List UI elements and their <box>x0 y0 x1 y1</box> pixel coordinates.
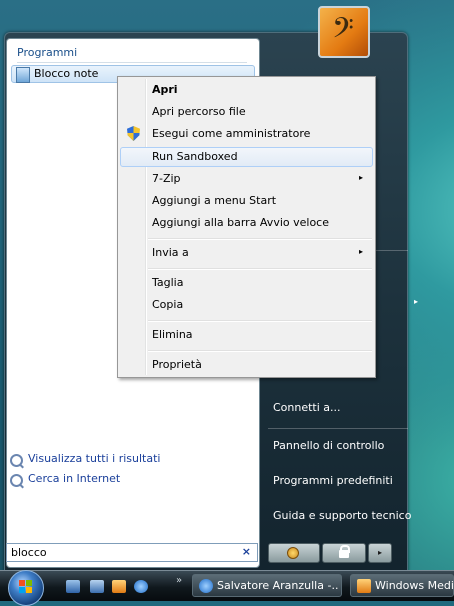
menu-item-label: Taglia <box>152 276 184 289</box>
menu-item-aggiungi-start[interactable]: Aggiungi a menu Start <box>120 191 373 211</box>
switch-windows-icon[interactable] <box>90 580 104 593</box>
power-button[interactable] <box>268 543 320 563</box>
menu-item-copia[interactable]: Copia <box>120 295 373 315</box>
user-picture[interactable]: 𝄢 <box>318 6 370 58</box>
right-item-pannello-controllo[interactable]: Pannello di controllo <box>273 439 384 452</box>
menu-item-proprieta[interactable]: Proprietà <box>120 355 373 375</box>
show-all-results-label: Visualizza tutti i risultati <box>28 452 161 465</box>
menu-separator <box>148 238 372 240</box>
lock-icon <box>339 545 350 558</box>
search-internet-link[interactable]: Cerca in Internet <box>10 472 160 492</box>
menu-item-run-sandboxed[interactable]: Run Sandboxed <box>120 147 373 167</box>
programs-header: Programmi <box>17 46 247 63</box>
right-pane-divider <box>268 428 408 429</box>
shutdown-options-button[interactable]: ▸ <box>368 543 392 563</box>
menu-item-label: Copia <box>152 298 184 311</box>
menu-item-label: Esegui come amministratore <box>152 127 311 140</box>
menu-separator <box>148 268 372 270</box>
internet-explorer-icon[interactable] <box>134 580 148 593</box>
taskbar-button-wmp[interactable]: Windows Media <box>350 574 454 597</box>
power-icon <box>287 547 299 559</box>
program-item-label: Blocco note <box>34 67 99 80</box>
menu-item-7zip[interactable]: 7-Zip ▸ <box>120 169 373 189</box>
search-icon <box>10 454 23 467</box>
search-links: Visualizza tutti i risultati Cerca in In… <box>10 452 160 492</box>
start-search-box[interactable]: × <box>6 543 258 562</box>
menu-item-label: Aggiungi a menu Start <box>152 194 277 207</box>
windows-media-player-icon <box>357 579 371 593</box>
menu-item-elimina[interactable]: Elimina <box>120 325 373 345</box>
show-desktop-icon[interactable] <box>66 580 80 593</box>
clear-search-icon[interactable]: × <box>242 545 251 558</box>
menu-item-esegui-admin[interactable]: Esegui come amministratore <box>120 124 373 144</box>
notepad-icon <box>16 67 30 83</box>
right-item-guida-supporto[interactable]: Guida e supporto tecnico <box>273 509 411 522</box>
menu-item-label: Elimina <box>152 328 193 341</box>
menu-item-label: 7-Zip <box>152 172 181 185</box>
right-item-connetti[interactable]: Connetti a... <box>273 401 341 414</box>
menu-item-invia-a[interactable]: Invia a ▸ <box>120 243 373 263</box>
internet-explorer-icon <box>199 579 213 593</box>
search-internet-label: Cerca in Internet <box>28 472 121 485</box>
menu-item-aggiungi-avvio-veloce[interactable]: Aggiungi alla barra Avvio veloce <box>120 213 373 233</box>
quicklaunch-more-icon[interactable]: » <box>176 575 182 586</box>
menu-item-taglia[interactable]: Taglia <box>120 273 373 293</box>
bass-clef-icon: 𝄢 <box>332 12 354 52</box>
search-icon <box>10 474 23 487</box>
taskbar-button-ie[interactable]: Salvatore Aranzulla -... <box>192 574 342 597</box>
menu-item-label: Apri percorso file <box>152 105 246 118</box>
media-player-icon[interactable] <box>112 580 126 593</box>
lock-button[interactable] <box>322 543 366 563</box>
menu-item-label: Proprietà <box>152 358 202 371</box>
menu-item-label: Aggiungi alla barra Avvio veloce <box>152 216 329 229</box>
windows-flag-icon <box>19 580 33 594</box>
menu-item-apri-percorso[interactable]: Apri percorso file <box>120 102 373 122</box>
uac-shield-icon <box>127 126 140 141</box>
chevron-right-icon: ▸ <box>377 548 382 557</box>
submenu-arrow-icon: ▸ <box>358 173 363 182</box>
right-item-programmi-predefiniti[interactable]: Programmi predefiniti <box>273 474 393 487</box>
menu-item-label: Run Sandboxed <box>152 150 238 163</box>
search-input[interactable] <box>11 545 231 560</box>
taskbar-button-label: Windows Media <box>375 579 453 592</box>
menu-item-label: Apri <box>152 83 178 96</box>
context-menu: Apri Apri percorso file Esegui come ammi… <box>117 76 376 378</box>
windows-orb-icon[interactable] <box>8 570 44 606</box>
menu-separator <box>148 320 372 322</box>
submenu-arrow-icon: ▸ <box>358 247 363 256</box>
taskbar-button-label: Salvatore Aranzulla -... <box>217 579 339 592</box>
menu-item-label: Invia a <box>152 246 189 259</box>
menu-item-apri[interactable]: Apri <box>120 80 373 100</box>
show-all-results-link[interactable]: Visualizza tutti i risultati <box>10 452 160 472</box>
menu-separator <box>148 350 372 352</box>
submenu-arrow-icon[interactable]: ▸ <box>414 297 418 306</box>
